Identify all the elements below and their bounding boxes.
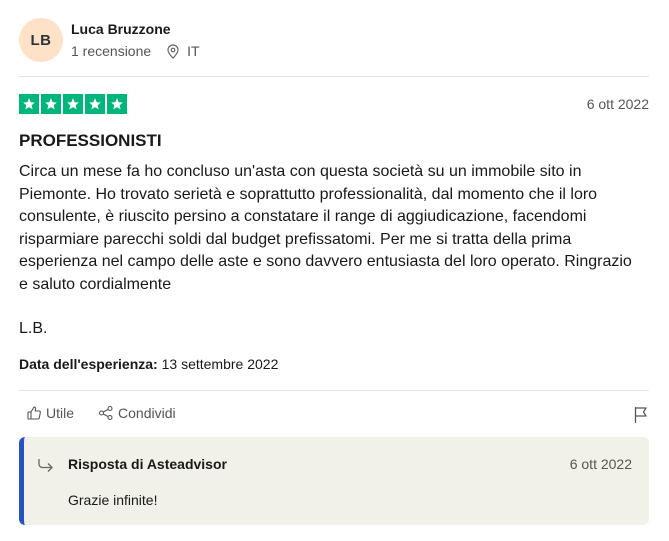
star-icon xyxy=(41,94,61,114)
reply-arrow-icon xyxy=(38,459,53,472)
experience-value: 13 settembre 2022 xyxy=(161,356,279,372)
location-pin-icon xyxy=(167,43,181,59)
review-date: 6 ott 2022 xyxy=(586,96,649,112)
star-icon xyxy=(19,94,39,114)
star-icon xyxy=(85,94,105,114)
consumer-location: IT xyxy=(167,42,200,60)
useful-button[interactable]: Utile xyxy=(26,405,74,421)
share-label: Condividi xyxy=(118,405,176,421)
actions-divider xyxy=(19,390,649,391)
experience-date: Data dell'esperienza: 13 settembre 2022 xyxy=(19,356,278,372)
header-divider xyxy=(19,76,649,77)
experience-label: Data dell'esperienza: xyxy=(19,356,158,372)
consumer-meta: 1 recensione IT xyxy=(71,42,200,60)
review-body: Circa un mese fa ho concluso un'asta con… xyxy=(19,163,632,293)
flag-icon[interactable] xyxy=(633,406,649,424)
reply-date: 6 ott 2022 xyxy=(569,456,632,472)
reply-text: Grazie infinite! xyxy=(68,492,158,508)
consumer-header: LB Luca Bruzzone 1 recensione IT xyxy=(19,17,649,63)
consumer-info: Luca Bruzzone 1 recensione IT xyxy=(71,20,200,60)
star-rating xyxy=(19,94,127,114)
thumbs-up-icon xyxy=(27,406,41,420)
star-icon xyxy=(107,94,127,114)
review-actions: Utile Condividi xyxy=(26,405,176,421)
star-icon xyxy=(63,94,83,114)
review-title[interactable]: PROFESSIONISTI xyxy=(19,131,162,151)
review-signature: L.B. xyxy=(19,320,48,337)
location-code: IT xyxy=(187,43,200,59)
useful-label: Utile xyxy=(46,405,75,421)
reply-title: Risposta di Asteadvisor xyxy=(68,456,227,472)
avatar[interactable]: LB xyxy=(19,18,63,62)
consumer-name[interactable]: Luca Bruzzone xyxy=(71,20,200,38)
share-button[interactable]: Condividi xyxy=(98,405,176,421)
review-count: 1 recensione xyxy=(71,43,152,59)
company-reply: Risposta di Asteadvisor 6 ott 2022 Grazi… xyxy=(19,437,649,525)
share-icon xyxy=(98,405,113,421)
